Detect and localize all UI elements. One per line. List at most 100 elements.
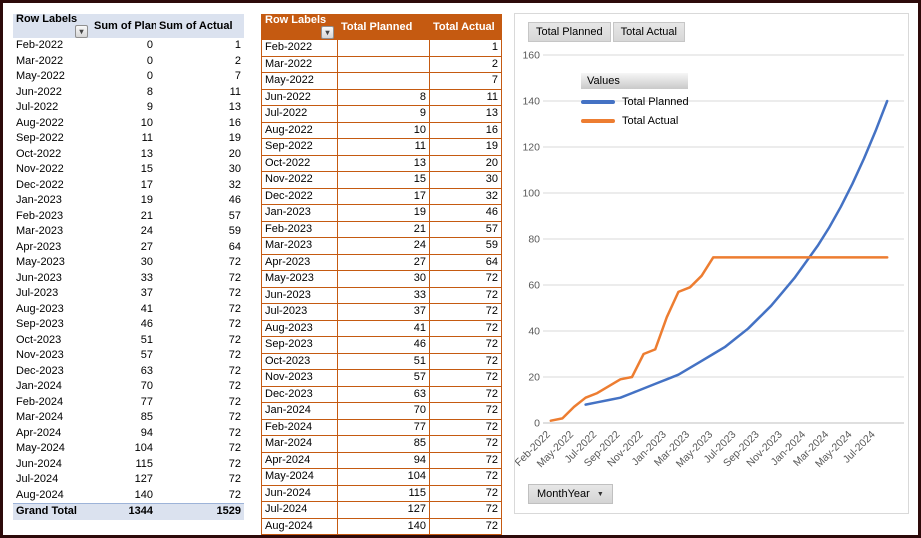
row-label-cell[interactable]: Mar-2022 <box>261 55 338 73</box>
row-label-cell[interactable]: Mar-2022 <box>13 54 91 70</box>
value-cell[interactable]: 19 <box>91 193 156 209</box>
value-cell[interactable]: 33 <box>337 286 430 304</box>
value-cell[interactable]: 70 <box>337 402 430 420</box>
value-cell[interactable]: 72 <box>429 517 502 535</box>
value-cell[interactable]: 13 <box>156 100 244 116</box>
value-cell[interactable]: 72 <box>429 501 502 519</box>
value-cell[interactable]: 30 <box>91 255 156 271</box>
value-cell[interactable]: 57 <box>337 369 430 387</box>
value-cell[interactable]: 46 <box>91 317 156 333</box>
value-cell[interactable]: 10 <box>337 121 430 139</box>
value-cell[interactable]: 72 <box>429 369 502 387</box>
value-cell[interactable]: 104 <box>337 468 430 486</box>
value-cell[interactable]: 140 <box>337 517 430 535</box>
value-cell[interactable]: 72 <box>156 333 244 349</box>
value-cell[interactable]: 13 <box>429 105 502 123</box>
value-cell[interactable]: 72 <box>429 435 502 453</box>
value-cell[interactable]: 17 <box>337 187 430 205</box>
value-cell[interactable]: 16 <box>429 121 502 139</box>
row-label-cell[interactable]: Jul-2023 <box>261 303 338 321</box>
value-cell[interactable]: 21 <box>91 209 156 225</box>
row-label-cell[interactable]: Sep-2022 <box>13 131 91 147</box>
row-label-cell[interactable]: Mar-2024 <box>261 435 338 453</box>
value-cell[interactable]: 94 <box>91 426 156 442</box>
value-cell[interactable]: 127 <box>91 472 156 488</box>
legend-values-button[interactable]: Values <box>581 73 688 89</box>
value-cell[interactable]: 32 <box>429 187 502 205</box>
value-cell[interactable]: 11 <box>91 131 156 147</box>
filter-dropdown-button[interactable]: ▾ <box>321 26 334 39</box>
row-label-cell[interactable]: Jul-2023 <box>13 286 91 302</box>
row-label-cell[interactable]: Dec-2023 <box>13 364 91 380</box>
row-label-cell[interactable]: Jul-2022 <box>13 100 91 116</box>
value-cell[interactable]: 7 <box>429 72 502 90</box>
value-cell[interactable]: 70 <box>91 379 156 395</box>
value-cell[interactable]: 77 <box>91 395 156 411</box>
value-cell[interactable]: 72 <box>156 364 244 380</box>
value-cell[interactable]: 13 <box>337 154 430 172</box>
value-cell[interactable]: 0 <box>91 38 156 54</box>
row-label-cell[interactable]: Feb-2023 <box>13 209 91 225</box>
value-cell[interactable]: 64 <box>429 253 502 271</box>
value-cell[interactable]: 13 <box>91 147 156 163</box>
value-cell[interactable]: 2 <box>156 54 244 70</box>
value-cell[interactable]: 37 <box>337 303 430 321</box>
value-cell[interactable]: 7 <box>156 69 244 85</box>
row-label-cell[interactable]: Nov-2023 <box>261 369 338 387</box>
value-cell[interactable]: 72 <box>156 255 244 271</box>
value-cell[interactable]: 64 <box>156 240 244 256</box>
value-cell[interactable]: 72 <box>429 352 502 370</box>
value-cell[interactable]: 37 <box>91 286 156 302</box>
row-label-cell[interactable]: Feb-2022 <box>13 38 91 54</box>
row-label-cell[interactable]: Apr-2024 <box>261 451 338 469</box>
value-cell[interactable]: 46 <box>156 193 244 209</box>
row-label-cell[interactable]: Sep-2023 <box>13 317 91 333</box>
value-cell[interactable]: 72 <box>429 451 502 469</box>
value-cell[interactable]: 51 <box>337 352 430 370</box>
value-cell[interactable]: 30 <box>156 162 244 178</box>
row-label-cell[interactable]: Oct-2022 <box>261 154 338 172</box>
row-label-cell[interactable]: Dec-2023 <box>261 385 338 403</box>
value-cell[interactable]: 30 <box>337 270 430 288</box>
value-cell[interactable]: 15 <box>91 162 156 178</box>
value-cell[interactable]: 1 <box>429 39 502 57</box>
row-label-cell[interactable]: Oct-2022 <box>13 147 91 163</box>
grand-total-label[interactable]: Grand Total <box>13 503 91 520</box>
value-cell[interactable]: 11 <box>156 85 244 101</box>
value-cell[interactable]: 77 <box>337 418 430 436</box>
value-cell[interactable]: 94 <box>337 451 430 469</box>
value-cell[interactable]: 27 <box>91 240 156 256</box>
value-cell[interactable]: 72 <box>156 317 244 333</box>
row-label-cell[interactable]: May-2024 <box>13 441 91 457</box>
value-cell[interactable]: 72 <box>429 303 502 321</box>
value-cell[interactable]: 19 <box>337 204 430 222</box>
value-cell[interactable]: 72 <box>156 348 244 364</box>
filter-dropdown-button[interactable]: ▾ <box>75 25 88 38</box>
column-header[interactable]: Total Planned <box>337 14 430 40</box>
row-label-cell[interactable]: Aug-2022 <box>13 116 91 132</box>
row-label-cell[interactable]: Jun-2022 <box>261 88 338 106</box>
value-cell[interactable]: 72 <box>429 484 502 502</box>
row-label-cell[interactable]: Feb-2024 <box>261 418 338 436</box>
value-cell[interactable]: 72 <box>156 271 244 287</box>
row-label-cell[interactable]: Apr-2023 <box>13 240 91 256</box>
row-label-cell[interactable]: Feb-2023 <box>261 220 338 238</box>
row-label-cell[interactable]: Dec-2022 <box>13 178 91 194</box>
value-cell[interactable]: 72 <box>156 379 244 395</box>
value-cell[interactable]: 11 <box>337 138 430 156</box>
value-cell[interactable]: 41 <box>91 302 156 318</box>
row-label-cell[interactable]: Jun-2023 <box>261 286 338 304</box>
value-cell[interactable]: 59 <box>429 237 502 255</box>
row-label-cell[interactable]: Sep-2022 <box>261 138 338 156</box>
row-label-cell[interactable]: May-2022 <box>13 69 91 85</box>
value-cell[interactable]: 27 <box>337 253 430 271</box>
value-cell[interactable]: 10 <box>91 116 156 132</box>
row-label-cell[interactable]: Aug-2022 <box>261 121 338 139</box>
row-label-cell[interactable]: Jun-2024 <box>13 457 91 473</box>
value-cell[interactable]: 63 <box>337 385 430 403</box>
value-cell[interactable]: 72 <box>156 441 244 457</box>
value-cell[interactable]: 46 <box>429 204 502 222</box>
value-cell[interactable]: 11 <box>429 88 502 106</box>
value-cell[interactable]: 72 <box>156 426 244 442</box>
value-cell[interactable] <box>337 72 430 90</box>
